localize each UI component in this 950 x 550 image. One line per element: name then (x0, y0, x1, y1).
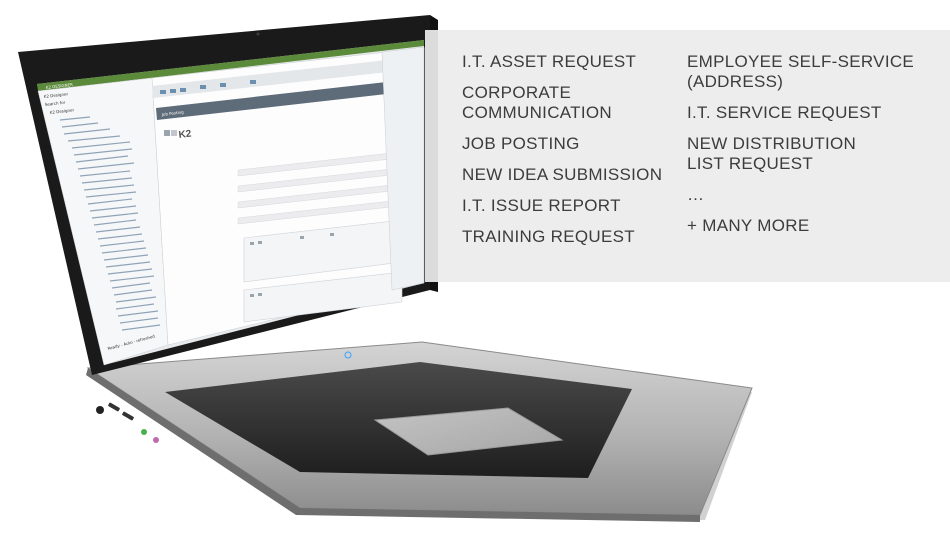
template-list-column-2: EMPLOYEE SELF-SERVICE (ADDRESS) I.T. SER… (687, 52, 947, 247)
laptop-base (86, 341, 753, 522)
list-item: EMPLOYEE SELF-SERVICE (ADDRESS) (687, 52, 915, 91)
list-item: TRAINING REQUEST (462, 227, 635, 246)
k2-logo: K2 (178, 128, 192, 141)
list-item: I.T. SERVICE REQUEST (687, 103, 882, 122)
list-item: I.T. ISSUE REPORT (462, 196, 621, 215)
template-list-overlay: I.T. ASSET REQUEST CORPORATE COMMUNICATI… (425, 30, 950, 282)
list-item: JOB POSTING (462, 134, 580, 153)
template-list-column-1: I.T. ASSET REQUEST CORPORATE COMMUNICATI… (462, 52, 677, 258)
list-item: I.T. ASSET REQUEST (462, 52, 637, 71)
screen: K2 DESIGNER K2 Designer Search for K2 De… (37, 40, 425, 366)
list-item: CORPORATE COMMUNICATION (462, 83, 612, 122)
list-item: NEW DISTRIBUTION LIST REQUEST (687, 134, 857, 173)
list-item: … (687, 185, 705, 204)
list-item: + MANY MORE (687, 216, 810, 235)
list-item: NEW IDEA SUBMISSION (462, 165, 663, 184)
